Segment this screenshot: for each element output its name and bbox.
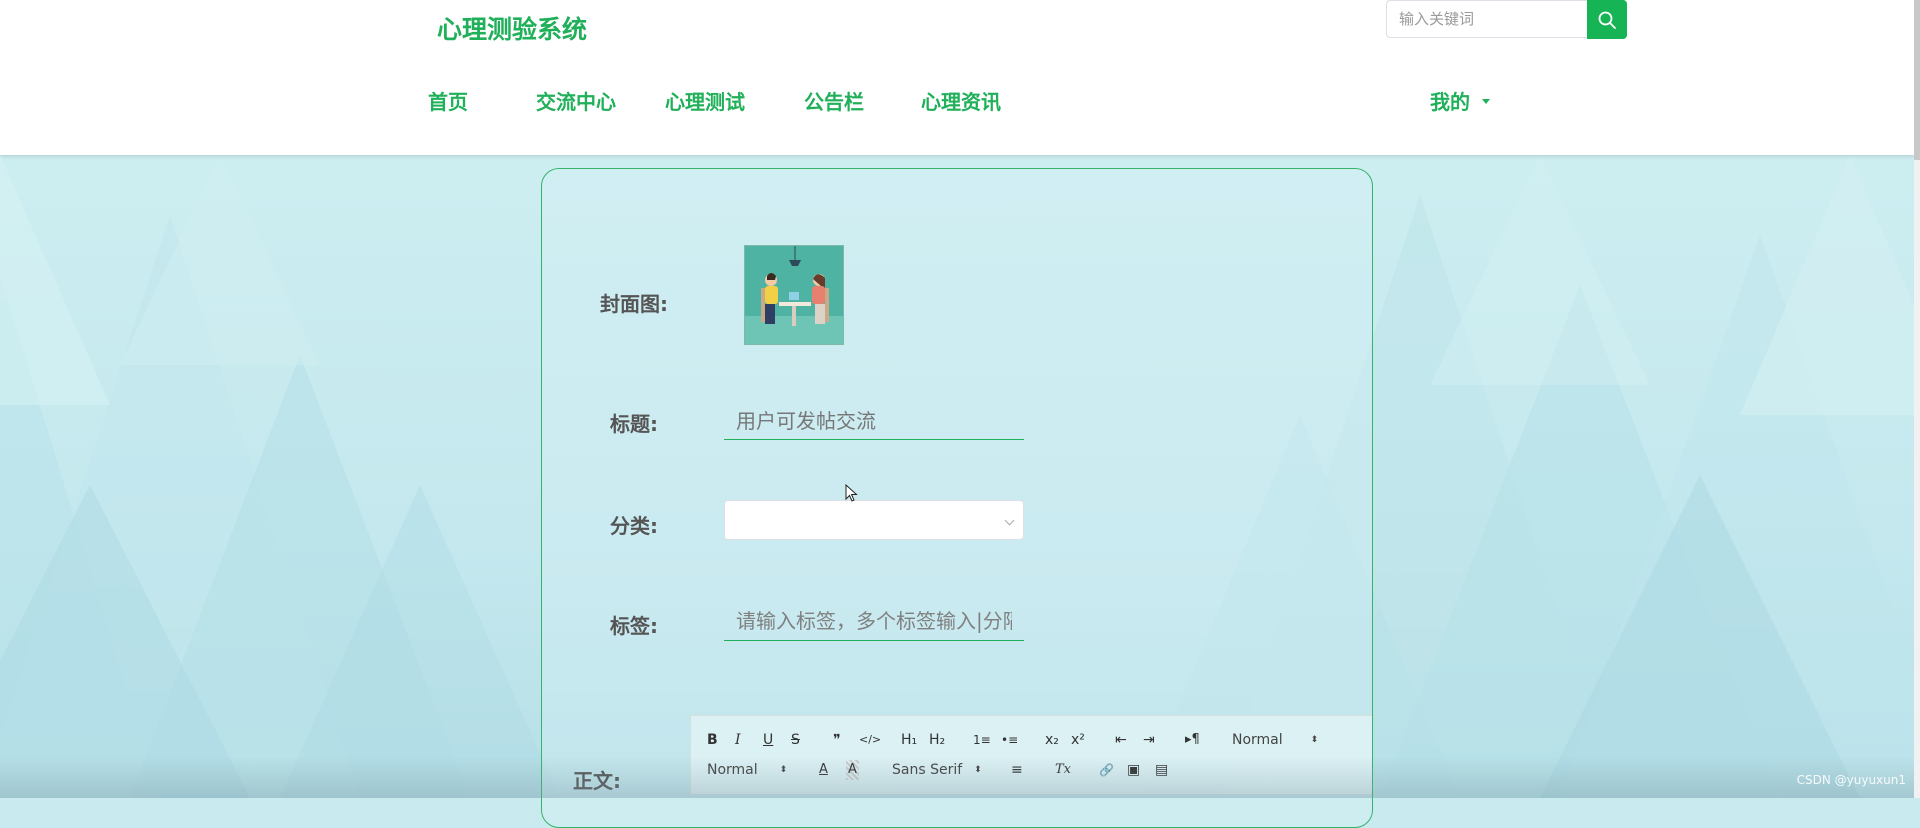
video-button[interactable]: ▤ — [1155, 760, 1168, 780]
search-button[interactable] — [1587, 0, 1627, 39]
nav-psych-test[interactable]: 心理测试 — [665, 86, 745, 115]
clear-format-button[interactable]: Tx — [1055, 760, 1071, 780]
font-family-picker[interactable]: Sans Serif ⬍ — [892, 760, 982, 780]
chevron-down-icon — [1004, 515, 1015, 526]
user-menu-label: 我的 — [1430, 90, 1470, 114]
title-label: 标题: — [610, 412, 658, 436]
text-direction-button[interactable]: ▸¶ — [1185, 730, 1200, 750]
cover-label: 封面图: — [600, 292, 668, 316]
blockquote-button[interactable]: ❞ — [833, 730, 841, 750]
header-picker[interactable]: Normal ⬍ — [707, 760, 787, 780]
tags-input[interactable] — [724, 601, 1024, 641]
superscript-button[interactable]: x² — [1071, 730, 1085, 750]
image-button[interactable]: ▣ — [1127, 760, 1140, 780]
nav-psych-news[interactable]: 心理资讯 — [921, 86, 1001, 115]
font-size-picker[interactable]: Normal ⬍ — [1232, 730, 1318, 750]
underline-button[interactable]: U — [763, 730, 773, 750]
outdent-button[interactable]: ⇤ — [1115, 730, 1127, 750]
body-label: 正文: — [573, 769, 621, 793]
title-input[interactable] — [724, 400, 1024, 440]
nav-forum[interactable]: 交流中心 — [536, 86, 616, 115]
picker-arrow-icon: ⬍ — [779, 765, 788, 775]
italic-button[interactable]: I — [735, 730, 741, 750]
mouse-pointer-icon — [845, 484, 858, 502]
align-button[interactable]: ≡ — [1011, 760, 1023, 780]
cover-image[interactable] — [744, 245, 844, 345]
ordered-list-button[interactable]: 1≡ — [973, 730, 991, 750]
bold-button[interactable]: B — [707, 730, 718, 750]
font-size-picker-label: Normal — [1232, 732, 1283, 748]
picker-arrow-icon: ⬍ — [974, 765, 982, 775]
search-icon — [1598, 11, 1616, 29]
editor-toolbar: B I U S ❞ </> H₁ H₂ 1≡ •≡ x₂ x² ⇤ ⇥ ▸¶ N… — [690, 715, 1372, 795]
watermark: CSDN @yuyuxun1 — [1796, 773, 1906, 787]
nav-notice-board[interactable]: 公告栏 — [804, 86, 864, 115]
text-color-button[interactable]: A — [819, 760, 828, 780]
indent-button[interactable]: ⇥ — [1143, 730, 1155, 750]
header-1-button[interactable]: H₁ — [901, 730, 917, 750]
top-header: 心理测验系统 首页 交流中心 心理测试 公告栏 心理资讯 我的 — [0, 0, 1914, 155]
link-button[interactable]: 🔗 — [1099, 760, 1114, 780]
background-color-button[interactable]: A — [846, 760, 859, 780]
scrollbar-thumb[interactable] — [1914, 0, 1920, 160]
nav-home[interactable]: 首页 — [428, 86, 468, 115]
strike-button[interactable]: S — [791, 730, 800, 750]
category-label: 分类: — [610, 514, 658, 538]
header-2-button[interactable]: H₂ — [929, 730, 945, 750]
picker-arrow-icon: ⬍ — [1310, 735, 1319, 745]
category-select[interactable] — [724, 500, 1024, 540]
search-input[interactable] — [1386, 0, 1588, 38]
tags-label: 标签: — [610, 614, 658, 638]
user-menu[interactable]: 我的 — [1430, 86, 1490, 115]
bullet-list-button[interactable]: •≡ — [1001, 730, 1018, 750]
subscript-button[interactable]: x₂ — [1045, 730, 1059, 750]
font-family-picker-label: Sans Serif — [892, 762, 963, 778]
cover-illustration — [745, 246, 843, 344]
code-block-button[interactable]: </> — [859, 730, 881, 750]
caret-down-icon — [1482, 99, 1490, 104]
site-logo[interactable]: 心理测验系统 — [437, 10, 587, 46]
header-picker-label: Normal — [707, 762, 758, 778]
